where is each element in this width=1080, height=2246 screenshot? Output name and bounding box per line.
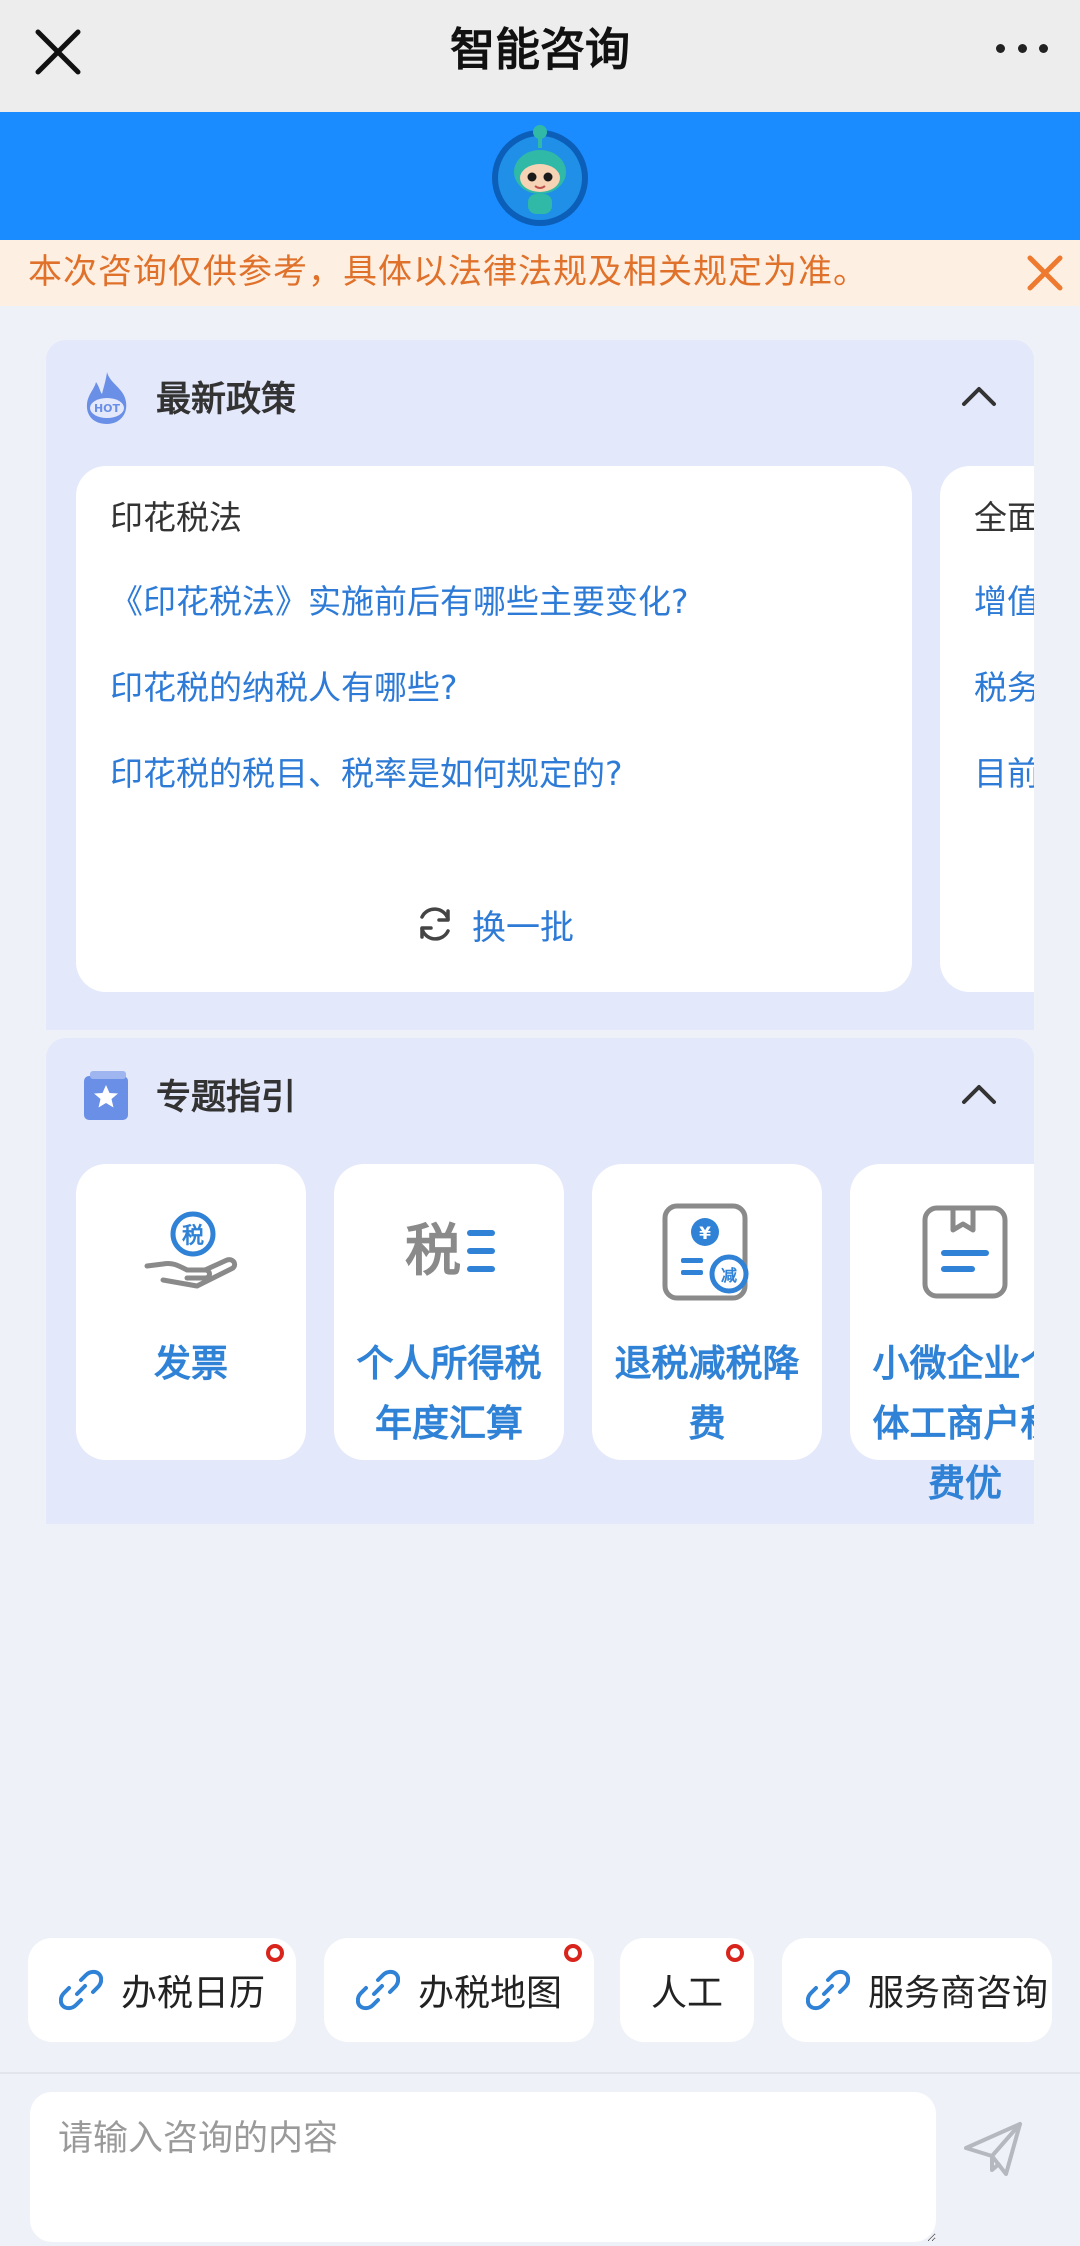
- policy-question-link[interactable]: 《印花税法》实施前后有哪些主要变化?: [110, 578, 689, 626]
- notification-dot: [726, 1944, 744, 1962]
- latest-policy-panel: HOT 最新政策 印花税法 《印花税法》实施前后有哪些主要变化? 印花税的纳税人…: [46, 340, 1034, 1030]
- policy-question-link[interactable]: 税务: [974, 664, 1034, 712]
- quick-action-label: 服务商咨询: [868, 1973, 1049, 2014]
- policy-card: 印花税法 《印花税法》实施前后有哪些主要变化? 印花税的纳税人有哪些? 印花税的…: [76, 466, 912, 992]
- policy-question-link[interactable]: 增值: [974, 578, 1034, 626]
- latest-policy-header[interactable]: HOT 最新政策: [46, 340, 1034, 464]
- disclaimer-notice: 本次咨询仅供参考，具体以法律法规及相关规定为准。: [0, 240, 1080, 306]
- topic-label: 发票: [154, 1342, 228, 1385]
- refresh-batch-button[interactable]: 换一批: [76, 894, 912, 954]
- consult-input[interactable]: [30, 2092, 936, 2242]
- topic-card-invoice[interactable]: 税 发票: [76, 1164, 306, 1460]
- hot-fire-icon: HOT: [86, 372, 127, 424]
- message-input-bar: [0, 2072, 1080, 2246]
- notification-dot: [564, 1944, 582, 1962]
- quick-action-service-provider[interactable]: 服务商咨询: [782, 1938, 1052, 2042]
- topic-guide-title: 专题指引: [156, 1078, 297, 1118]
- header-banner: [0, 112, 1080, 240]
- svg-text:HOT: HOT: [94, 402, 121, 415]
- topic-card-small-business[interactable]: 小微企业个体工商户税费优: [850, 1164, 1034, 1505]
- refresh-batch-label: 换一批: [472, 907, 574, 948]
- quick-action-label: 办税日历: [120, 1973, 265, 2014]
- topic-card-tax-refund[interactable]: ¥ 减 退税减税降费: [592, 1164, 822, 1460]
- star-bookmark-icon: [84, 1071, 128, 1120]
- tax-document-icon: 税: [405, 1219, 495, 1284]
- topic-guide-panel: 专题指引 税 发票 税 个人所得税年度汇算 ¥ 减 退税减税降费 小微企业 体工…: [46, 1038, 1034, 1524]
- folder-doc-icon: [922, 1205, 1008, 1299]
- page-title: 智能咨询: [449, 23, 630, 76]
- more-options-icon[interactable]: [990, 28, 1054, 68]
- svg-text:减: 减: [721, 1266, 737, 1285]
- svg-text:¥: ¥: [699, 1224, 711, 1244]
- chevron-up-icon[interactable]: [958, 1078, 1000, 1110]
- policy-question-link[interactable]: 印花税的纳税人有哪些?: [110, 664, 458, 712]
- topic-label: 个人所得税年度汇算: [356, 1342, 542, 1445]
- topic-label: 小微企业个体工商户税费优: [872, 1342, 1035, 1505]
- quick-action-tax-map[interactable]: 办税地图: [324, 1938, 594, 2042]
- top-nav-bar: 智能咨询: [0, 0, 1080, 112]
- link-icon: [58, 1969, 103, 2011]
- topic-card-income-tax[interactable]: 税 个人所得税年度汇算: [334, 1164, 564, 1460]
- notice-close-icon[interactable]: [1024, 252, 1066, 294]
- quick-action-human-agent[interactable]: 人工: [620, 1938, 754, 2042]
- send-icon[interactable]: [958, 2114, 1028, 2184]
- quick-action-label: 人工: [650, 1973, 723, 2014]
- notification-dot: [266, 1944, 284, 1962]
- tax-refund-icon: ¥ 减: [662, 1203, 749, 1301]
- quick-action-label: 办税地图: [417, 1973, 562, 2014]
- quick-action-tax-calendar[interactable]: 办税日历: [28, 1938, 296, 2042]
- topic-guide-header[interactable]: 专题指引: [46, 1038, 1034, 1162]
- policy-card: 全面 增值 税务 目前: [940, 466, 1034, 992]
- link-icon: [355, 1969, 400, 2011]
- policy-question-link[interactable]: 目前: [974, 750, 1034, 798]
- chevron-up-icon[interactable]: [958, 380, 1000, 412]
- notice-text: 本次咨询仅供参考，具体以法律法规及相关规定为准。: [28, 252, 868, 292]
- invoice-hand-icon: 税: [144, 1211, 238, 1289]
- policy-question-link[interactable]: 印花税的税目、税率是如何规定的?: [110, 750, 623, 798]
- mascot-avatar-icon: [492, 125, 588, 226]
- policy-card-heading: 印花税法: [110, 498, 242, 537]
- policy-card-heading: 全面: [974, 498, 1034, 537]
- link-icon: [806, 1969, 850, 2011]
- svg-text:税: 税: [405, 1219, 461, 1284]
- topic-label: 退税减税降费: [614, 1342, 800, 1445]
- refresh-icon: [420, 907, 450, 941]
- svg-text:税: 税: [182, 1223, 204, 1249]
- latest-policy-title: 最新政策: [156, 380, 297, 420]
